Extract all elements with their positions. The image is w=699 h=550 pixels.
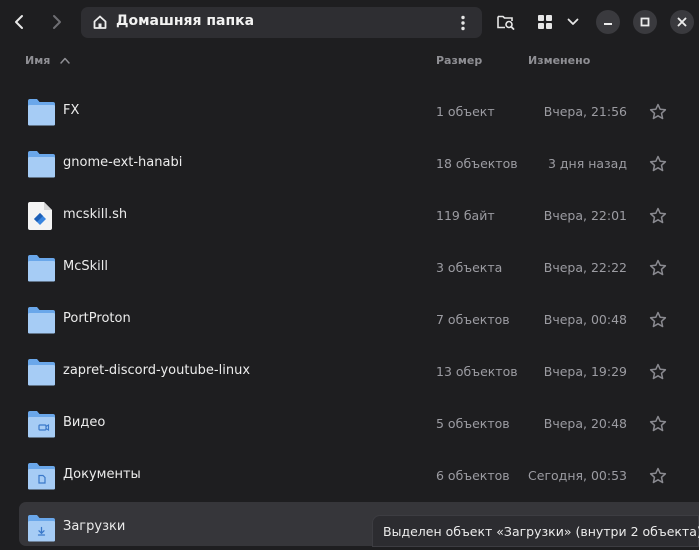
documents-folder-icon [28,462,55,494]
file-size: 3 объекта [436,260,503,275]
star-button[interactable] [648,466,668,486]
column-header-name[interactable]: Имя [25,50,71,70]
kebab-menu-icon [461,15,465,31]
file-name: McSkill [63,259,108,274]
folder-icon [28,98,55,130]
minimize-icon [604,23,612,25]
file-size: 7 объектов [436,312,510,327]
file-row[interactable]: PortProton 7 объектов Вчера, 00:48 [0,294,699,346]
file-modified: Вчера, 22:01 [543,208,627,223]
star-icon [649,467,667,485]
star-icon [649,311,667,329]
folder-icon [28,306,55,338]
path-menu-button[interactable] [452,11,474,35]
star-button[interactable] [648,102,668,122]
star-button[interactable] [648,206,668,226]
column-size-label: Размер [436,53,483,67]
star-icon [649,259,667,277]
script-file-icon [28,202,52,234]
file-row[interactable]: Документы 6 объектов Сегодня, 00:53 [0,450,699,502]
folder-icon [28,254,55,286]
file-size: 1 объект [436,104,495,119]
file-name: mcskill.sh [63,207,128,222]
column-header-size[interactable]: Размер [436,50,482,70]
column-name-label: Имя [25,53,51,67]
status-toast: Выделен объект «Загрузки» (внутри 2 объе… [372,515,699,547]
star-icon [649,207,667,225]
star-button[interactable] [648,310,668,330]
star-icon [649,363,667,381]
star-button[interactable] [648,414,668,434]
file-modified: Вчера, 00:48 [543,312,627,327]
star-icon [649,155,667,173]
file-modified: Вчера, 22:22 [543,260,627,275]
file-size: 18 объектов [436,156,518,171]
file-row[interactable]: zapret-discord-youtube-linux 13 объектов В… [0,346,699,398]
downloads-folder-icon [28,514,55,546]
folder-icon [28,150,55,182]
file-name: Загрузки [63,519,126,534]
file-row[interactable]: mcskill.sh 119 байт Вчера, 22:01 [0,190,699,242]
star-button[interactable] [648,362,668,382]
home-icon [92,14,108,34]
file-modified: 3 дня назад [547,156,627,171]
file-modified: Вчера, 20:48 [543,416,627,431]
file-row[interactable]: gnome-ext-hanabi 18 объектов 3 дня назад [0,138,699,190]
file-name: FX [63,103,80,118]
path-title: Домашняя папка [116,13,255,29]
file-modified: Вчера, 19:29 [543,364,627,379]
file-size: 13 объектов [436,364,518,379]
star-button[interactable] [648,258,668,278]
chevron-down-icon [567,18,579,25]
close-button[interactable] [670,10,694,34]
minimize-button[interactable] [596,10,620,34]
view-mode-button[interactable] [534,8,556,36]
file-row[interactable]: FX 1 объект Вчера, 21:56 [0,86,699,138]
file-name: gnome-ext-hanabi [63,155,183,170]
file-size: 119 байт [436,208,495,223]
file-name: PortProton [63,311,131,326]
file-row[interactable]: McSkill 3 объекта Вчера, 22:22 [0,242,699,294]
file-modified: Сегодня, 00:53 [528,468,627,483]
status-text: Выделен объект «Загрузки» (внутри 2 объе… [383,523,699,539]
sort-ascending-icon [60,57,71,64]
back-button[interactable] [6,8,32,36]
star-icon [649,103,667,121]
file-name: zapret-discord-youtube-linux [63,363,251,378]
folder-icon [28,358,55,390]
file-row[interactable]: Видео 5 объектов Вчера, 20:48 [0,398,699,450]
maximize-icon [640,17,650,27]
chevron-right-icon [53,15,61,29]
maximize-button[interactable] [633,10,657,34]
file-modified: Вчера, 21:56 [543,104,627,119]
file-list: FX 1 объект Вчера, 21:56 gnome-ext-hanabi 18… [0,86,699,550]
chevron-left-icon [15,15,23,29]
grid-view-icon [538,15,552,29]
view-options-dropdown[interactable] [563,8,583,36]
file-size: 5 объектов [436,416,510,431]
header-bar: Домашняя папка [0,0,699,44]
forward-button[interactable] [44,8,70,36]
file-name: Документы [63,467,141,482]
column-header-modified[interactable]: Изменено [528,50,590,70]
search-button[interactable] [492,8,520,36]
file-name: Видео [63,415,106,430]
path-bar[interactable]: Домашняя папка [81,7,482,38]
videos-folder-icon [28,410,55,442]
file-size: 6 объектов [436,468,510,483]
star-icon [649,415,667,433]
column-modified-label: Изменено [528,53,591,67]
folder-search-icon [497,15,515,30]
star-button[interactable] [648,154,668,174]
close-icon [677,17,687,27]
